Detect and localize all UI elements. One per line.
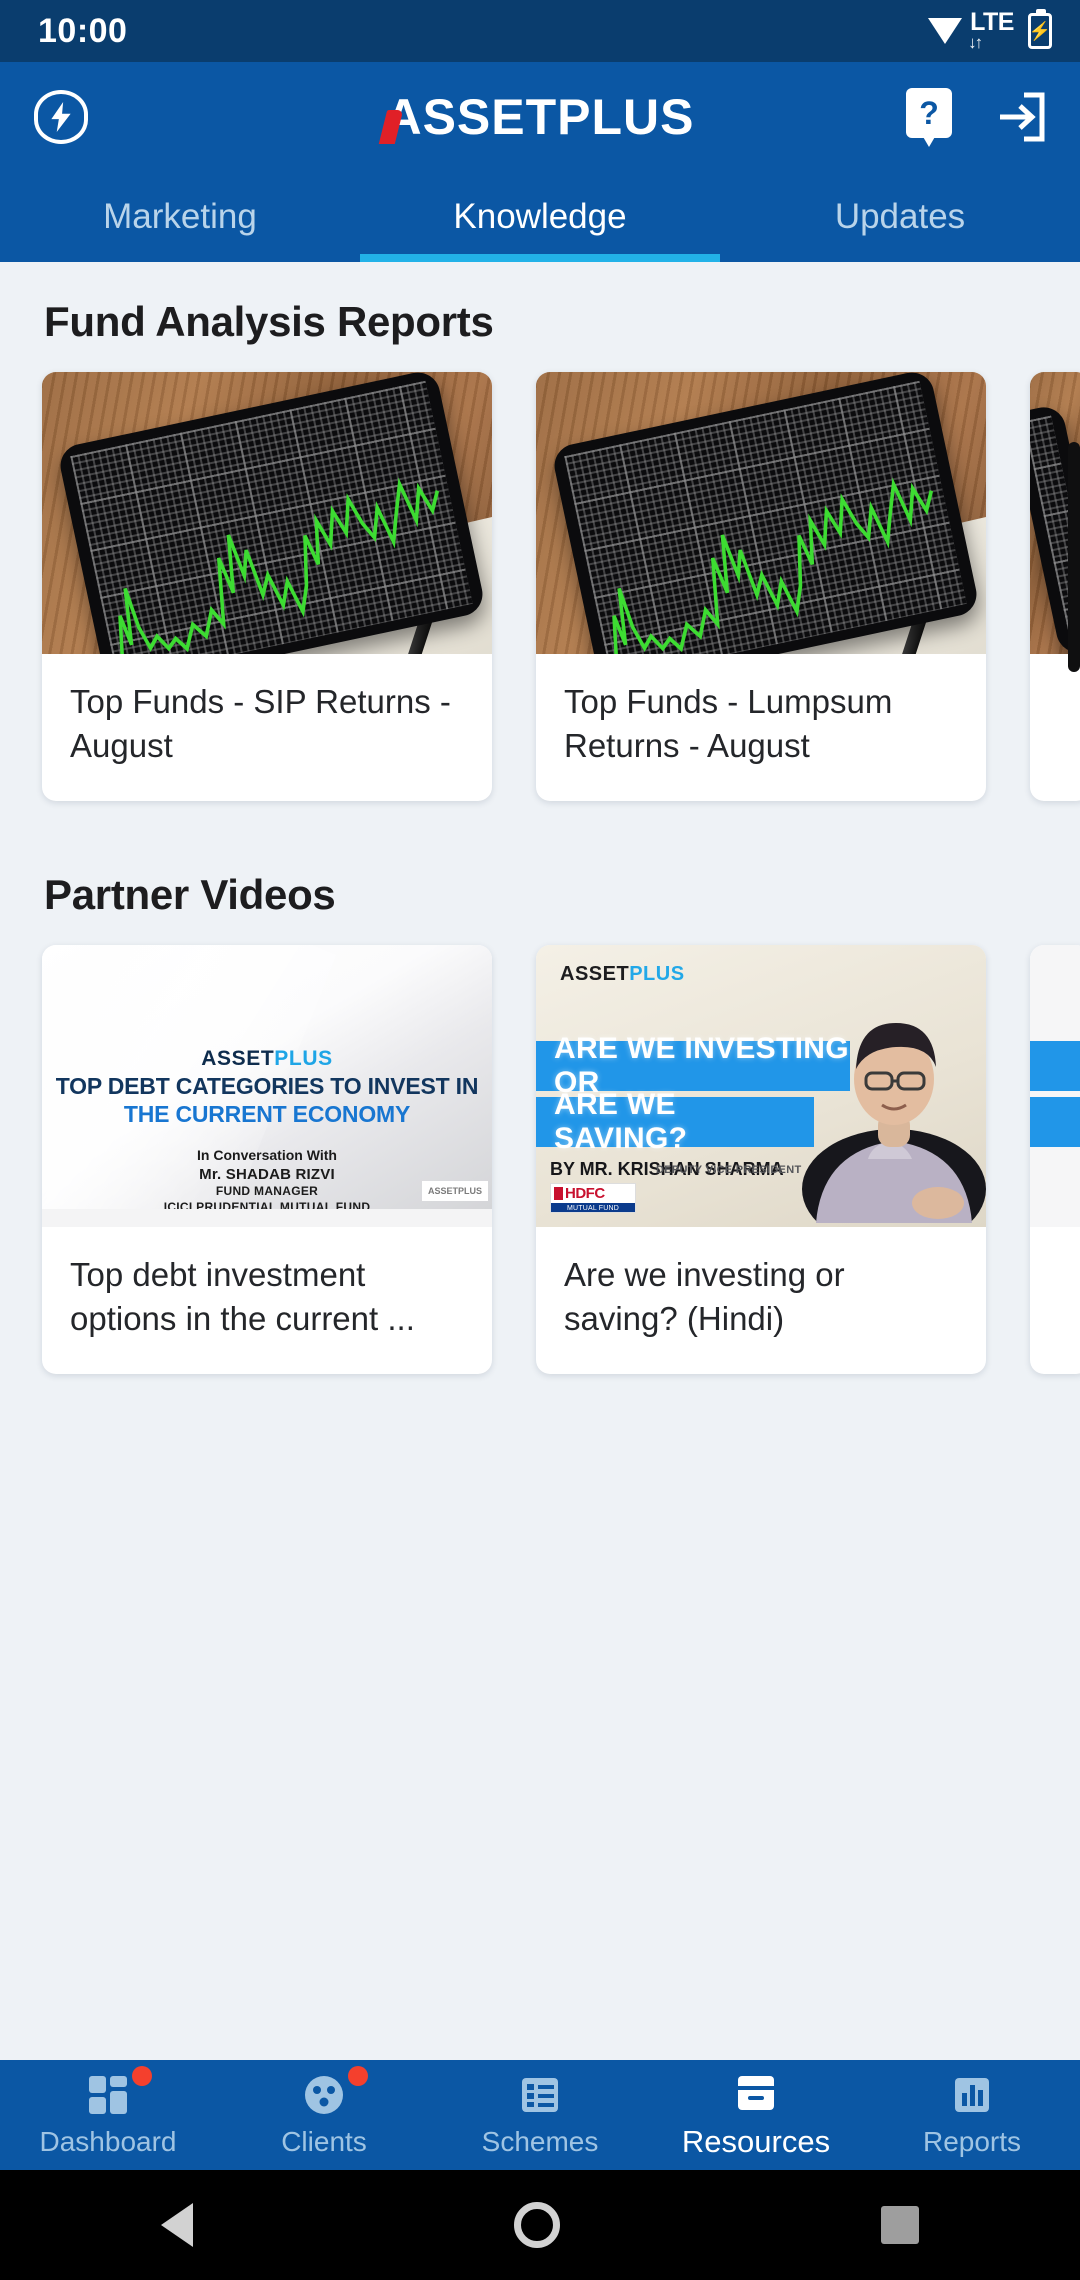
slide-headline: TOP DEBT CATEGORIES TO INVEST IN THE CUR… (55, 1072, 479, 1128)
recents-square-icon[interactable] (881, 2206, 920, 2244)
dashboard-grid-icon (86, 2073, 130, 2117)
nav-item-schemes[interactable]: Schemes (432, 2060, 648, 2170)
fund-report-card[interactable]: Top Funds - SIP Returns - August (42, 372, 492, 802)
resources-archive-icon (734, 2071, 778, 2115)
app-bar: ? (0, 62, 1080, 172)
video-slide-partial (1030, 945, 1080, 1228)
nav-item-resources[interactable]: Resources (648, 2060, 864, 2170)
video-slide-debt-categories: ASSETPLUS TOP DEBT CATEGORIES TO INVEST … (42, 945, 492, 1228)
content-scroll-area[interactable]: Fund Analysis Reports Top Funds - SIP Re… (0, 262, 1080, 2060)
help-icon-label: ? (906, 88, 952, 138)
tab-marketing[interactable]: Marketing (0, 172, 360, 262)
slide-designation: DEPUTY VICE PRESIDENT (656, 1164, 802, 1177)
status-time: 10:00 (38, 11, 128, 50)
back-triangle-icon[interactable] (160, 2203, 193, 2247)
bottom-navigation: Dashboard Clients Schemes Resources Repo… (0, 2060, 1080, 2170)
clients-people-icon (302, 2073, 346, 2117)
nav-item-clients[interactable]: Clients (216, 2060, 432, 2170)
nav-label-reports: Reports (922, 2125, 1022, 2157)
partner-video-card[interactable]: ASSETPLUS ARE WE INVESTING OR ARE WE SAV… (536, 945, 986, 1375)
data-arrows-icon: ↓↑ (968, 33, 983, 53)
network-type-label: LTE (970, 7, 1014, 36)
stock-chart-tablet-photo (536, 372, 986, 654)
tab-updates[interactable]: Updates (720, 172, 1080, 262)
hdfc-logo: HDFC MUTUAL FUND (550, 1183, 636, 1214)
slide-corner-logo: ASSETPLUS (421, 1181, 488, 1202)
partner-video-card-partial[interactable] (1030, 945, 1080, 1375)
partner-video-card[interactable]: ASSETPLUS TOP DEBT CATEGORIES TO INVEST … (42, 945, 492, 1375)
nav-item-dashboard[interactable]: Dashboard (0, 2060, 216, 2170)
partner-video-title: Are we investing or saving? (Hindi) (564, 1256, 845, 1337)
slide-band-1: ARE WE INVESTING OR (536, 1032, 850, 1099)
stock-chart-tablet-photo (42, 372, 492, 654)
partner-video-title: Top debt investment options in the curre… (70, 1256, 415, 1337)
bolt-circle-icon[interactable] (34, 90, 88, 144)
tab-bar: Marketing Knowledge Updates (0, 172, 1080, 262)
reports-bar-chart-icon (950, 2073, 994, 2117)
status-icons: LTE ↓↑ ⚡ (928, 7, 1052, 53)
help-bubble-tail (922, 135, 936, 147)
section-title-partner-videos: Partner Videos (44, 871, 336, 919)
clients-badge-dot (348, 2066, 368, 2086)
carousel-scrollbar[interactable] (1068, 442, 1080, 672)
fund-report-title: Top Funds - SIP Returns - August (70, 683, 451, 764)
slide-brand: ASSETPLUS (560, 963, 685, 986)
tab-knowledge[interactable]: Knowledge (360, 172, 720, 262)
slide-brand: ASSETPLUS (201, 1046, 333, 1070)
partner-video-title (1030, 1227, 1080, 1287)
nav-item-reports[interactable]: Reports (864, 2060, 1080, 2170)
slide-band-2: ARE WE SAVING? (536, 1088, 814, 1155)
fund-report-card[interactable]: Top Funds - Lumpsum Returns - August (536, 372, 986, 802)
video-slide-investing-saving: ASSETPLUS ARE WE INVESTING OR ARE WE SAV… (536, 945, 986, 1228)
nav-label-resources: Resources (681, 2123, 831, 2159)
fund-reports-carousel[interactable]: Top Funds - SIP Returns - August Top Fun… (0, 346, 1080, 802)
network-indicator: LTE ↓↑ (968, 7, 1014, 53)
wifi-icon (928, 16, 963, 46)
android-navigation-bar (0, 2170, 1080, 2280)
nav-label-dashboard: Dashboard (39, 2125, 177, 2157)
section-title-fund-analysis: Fund Analysis Reports (44, 298, 494, 345)
nav-label-schemes: Schemes (481, 2125, 599, 2157)
nav-label-clients: Clients (281, 2125, 367, 2157)
home-circle-icon[interactable] (513, 2202, 560, 2248)
battery-charging-icon: ⚡ (1028, 9, 1052, 49)
partner-videos-carousel[interactable]: ASSETPLUS TOP DEBT CATEGORIES TO INVEST … (0, 919, 1080, 1375)
help-question-icon[interactable]: ? (906, 88, 952, 147)
fund-report-title: Top Funds - Lumpsum Returns - August (564, 683, 893, 764)
schemes-list-icon (518, 2073, 562, 2117)
dashboard-badge-dot (132, 2066, 152, 2086)
status-bar: 10:00 LTE ↓↑ ⚡ (0, 0, 1080, 62)
logout-icon[interactable] (994, 91, 1046, 143)
